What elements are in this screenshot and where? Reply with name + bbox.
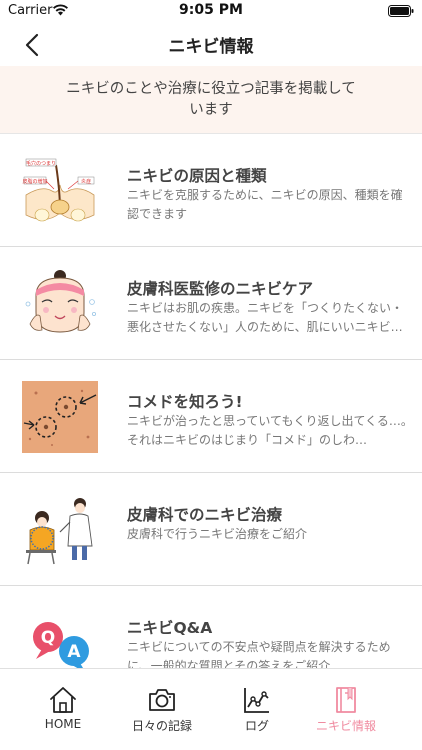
article-description: 皮膚科で行うニキビ治療をご紹介 [127, 527, 308, 541]
camera-icon [149, 689, 175, 711]
tab-log[interactable]: ログ [209, 669, 305, 739]
tab-label: ニキビ情報 [315, 719, 376, 733]
article-item-acne-causes[interactable]: 毛穴のつまり 皮脂の増加 炎症 ニキビの原因と種類 ニキビを克服するために、ニキ… [0, 134, 422, 247]
thumb-label-sebum: 皮脂の増加 [22, 178, 47, 185]
status-bar: Carrier 9:05 PM [0, 0, 422, 22]
q-letter: Q [41, 628, 55, 648]
article-description: ニキビはお肌の疾患。ニキビを「つくりたくない・悪化させたくない」人のために、肌に… [127, 301, 404, 334]
tab-label: 日々の記録 [131, 719, 192, 733]
comedo-skin-closeup-icon [22, 381, 98, 453]
chart-icon [244, 688, 269, 713]
a-letter: A [67, 642, 81, 662]
article-list: 毛穴のつまり 皮脂の増加 炎症 ニキビの原因と種類 ニキビを克服するために、ニキ… [0, 133, 422, 668]
navigation-bar: ニキビ情報 [0, 22, 422, 66]
skin-pore-diagram-icon: 毛穴のつまり 皮脂の増加 炎症 [22, 158, 95, 222]
article-title: ニキビの原因と種類 [127, 167, 267, 185]
article-title: コメドを知ろう! [127, 393, 243, 411]
banner-text: ニキビのことや治療に役立つ記事を掲載しています [66, 80, 356, 118]
tab-daily-record[interactable]: 日々の記録 [114, 669, 210, 739]
article-title: 皮膚科でのニキビ治療 [127, 506, 283, 524]
tab-bar: HOME 日々の記録 ログ ニキビ情報 [0, 668, 422, 750]
page-title: ニキビ情報 [168, 37, 254, 57]
tab-home[interactable]: HOME [15, 669, 111, 739]
article-title: ニキビQ&A [127, 619, 213, 637]
article-title: 皮膚科医監修のニキビケア [127, 280, 314, 298]
tab-label: HOME [44, 717, 82, 731]
thumb-label-inflammation: 炎症 [81, 178, 91, 185]
home-icon [50, 687, 76, 713]
face-washing-woman-icon [25, 270, 97, 333]
doctor-patient-icon [26, 498, 93, 565]
article-description: ニキビを克服するために、ニキビの原因、種類を確認できます [127, 188, 403, 221]
article-item-qa[interactable]: Q A ニキビQ&A ニキビについての不安点や疑問点を解決するために、一般的な質… [0, 586, 422, 668]
qa-bubbles-icon: Q A [33, 622, 89, 668]
status-time: 9:05 PM [179, 2, 243, 18]
article-description: ニキビについての不安点や疑問点を解決するために、一般的な質問とその答えをご紹介 [127, 640, 391, 668]
book-icon [336, 687, 356, 713]
thumb-label-pore: 毛穴のつまり [26, 160, 56, 167]
article-item-comedo[interactable]: コメドを知ろう! ニキビが治ったと思っていてもくり返し出てくる…。それはニキビの… [0, 360, 422, 473]
article-item-dermatology-treatment[interactable]: 皮膚科でのニキビ治療 皮膚科で行うニキビ治療をご紹介 [0, 473, 422, 586]
intro-banner: ニキビのことや治療に役立つ記事を掲載しています [0, 66, 422, 133]
battery-icon [388, 5, 414, 17]
article-item-acne-care[interactable]: 皮膚科医監修のニキビケア ニキビはお肌の疾患。ニキビを「つくりたくない・悪化させ… [0, 247, 422, 360]
article-description: ニキビが治ったと思っていてもくり返し出てくる…。それはニキビのはじまり「コメド」… [127, 414, 413, 447]
tab-label: ログ [244, 719, 269, 733]
tab-acne-info[interactable]: ニキビ情報 [298, 669, 394, 739]
